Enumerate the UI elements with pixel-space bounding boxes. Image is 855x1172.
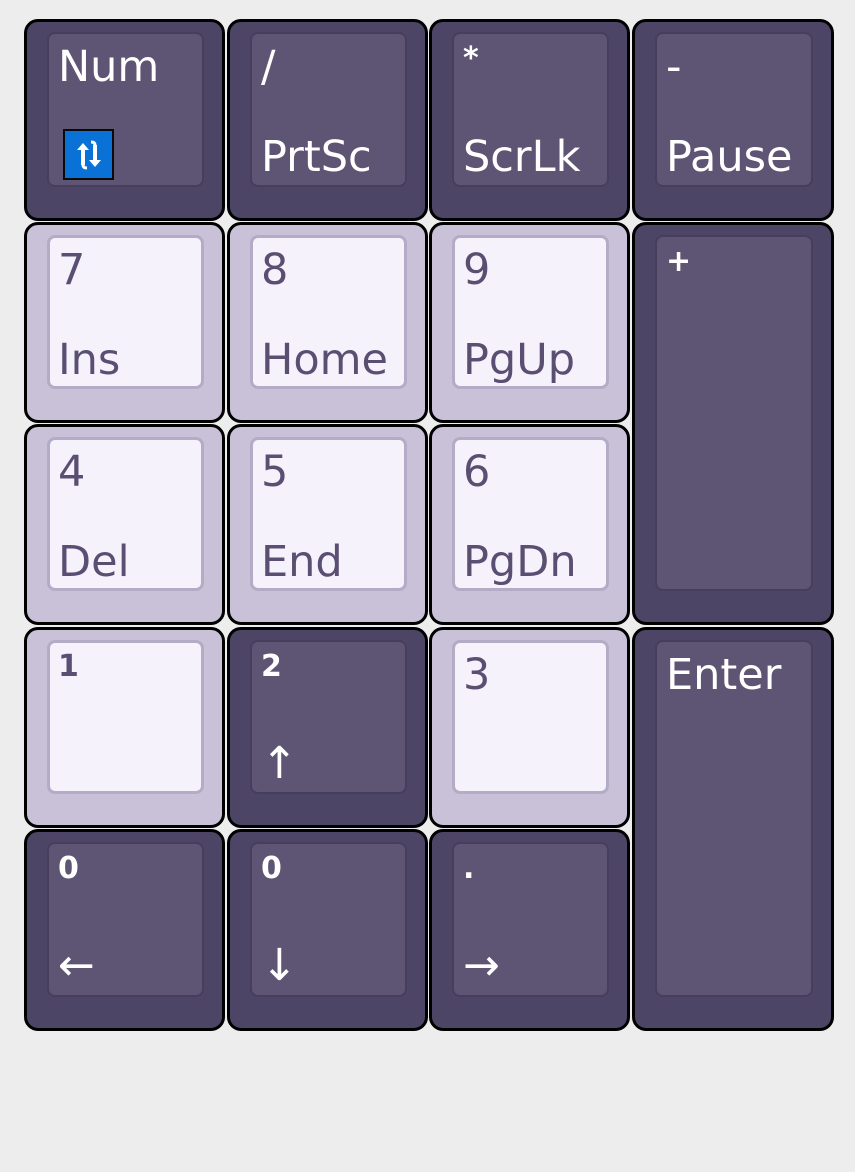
key-label-primary: 6 — [463, 447, 491, 497]
key-asterisk[interactable]: * ScrLk — [429, 19, 630, 221]
key-plus[interactable]: + — [632, 222, 834, 625]
key-label-secondary: PgUp — [463, 335, 575, 385]
key-label-primary: . — [463, 851, 475, 886]
key-label-primary: 5 — [261, 447, 289, 497]
keycap — [655, 235, 813, 591]
key-0-left[interactable]: 0 ← — [24, 829, 225, 1031]
key-slash[interactable]: / PrtSc — [227, 19, 428, 221]
key-1[interactable]: 1 — [24, 627, 225, 828]
key-label-primary: 4 — [58, 447, 86, 497]
key-9[interactable]: 9 PgUp — [429, 222, 630, 423]
key-decimal[interactable]: . → — [429, 829, 630, 1031]
key-label-primary: - — [666, 42, 682, 92]
arrow-left-icon: ← — [58, 940, 95, 991]
key-label-primary: 8 — [261, 245, 289, 295]
key-0-down[interactable]: 0 ↓ — [227, 829, 428, 1031]
key-numlock[interactable]: Num — [24, 19, 225, 221]
key-label-primary: Num — [58, 42, 160, 92]
key-label-secondary: End — [261, 537, 343, 587]
key-enter[interactable]: Enter — [632, 627, 834, 1031]
numpad: Num / PrtSc * ScrLk - Pause 7 Ins 8 Home… — [0, 0, 855, 1172]
arrow-down-icon: ↓ — [261, 940, 298, 991]
key-label-primary: / — [261, 42, 276, 92]
key-label-secondary: Home — [261, 335, 388, 385]
key-label-secondary: Ins — [58, 335, 121, 385]
key-6[interactable]: 6 PgDn — [429, 424, 630, 625]
key-label-primary: 1 — [58, 649, 79, 684]
key-3[interactable]: 3 — [429, 627, 630, 828]
refresh-arrows-icon — [63, 129, 114, 180]
key-label-primary: 7 — [58, 245, 86, 295]
key-minus[interactable]: - Pause — [632, 19, 834, 221]
key-2[interactable]: 2 ↑ — [227, 627, 428, 828]
key-label-primary: 3 — [463, 650, 491, 700]
key-label-primary: + — [666, 244, 692, 279]
key-7[interactable]: 7 Ins — [24, 222, 225, 423]
key-label-secondary: PgDn — [463, 537, 577, 587]
arrow-right-icon: → — [463, 940, 500, 991]
key-label-primary: * — [463, 41, 479, 76]
key-8[interactable]: 8 Home — [227, 222, 428, 423]
key-label-secondary: ScrLk — [463, 132, 581, 182]
key-label-secondary: Del — [58, 537, 130, 587]
key-label-primary: 0 — [58, 851, 79, 886]
arrow-up-icon: ↑ — [261, 738, 298, 789]
key-label-secondary: PrtSc — [261, 132, 372, 182]
key-label-primary: 2 — [261, 649, 282, 684]
key-label-primary: 0 — [261, 851, 282, 886]
key-label-secondary: Pause — [666, 132, 793, 182]
key-4[interactable]: 4 Del — [24, 424, 225, 625]
key-label-primary: Enter — [666, 650, 782, 700]
key-label-primary: 9 — [463, 245, 491, 295]
key-5[interactable]: 5 End — [227, 424, 428, 625]
